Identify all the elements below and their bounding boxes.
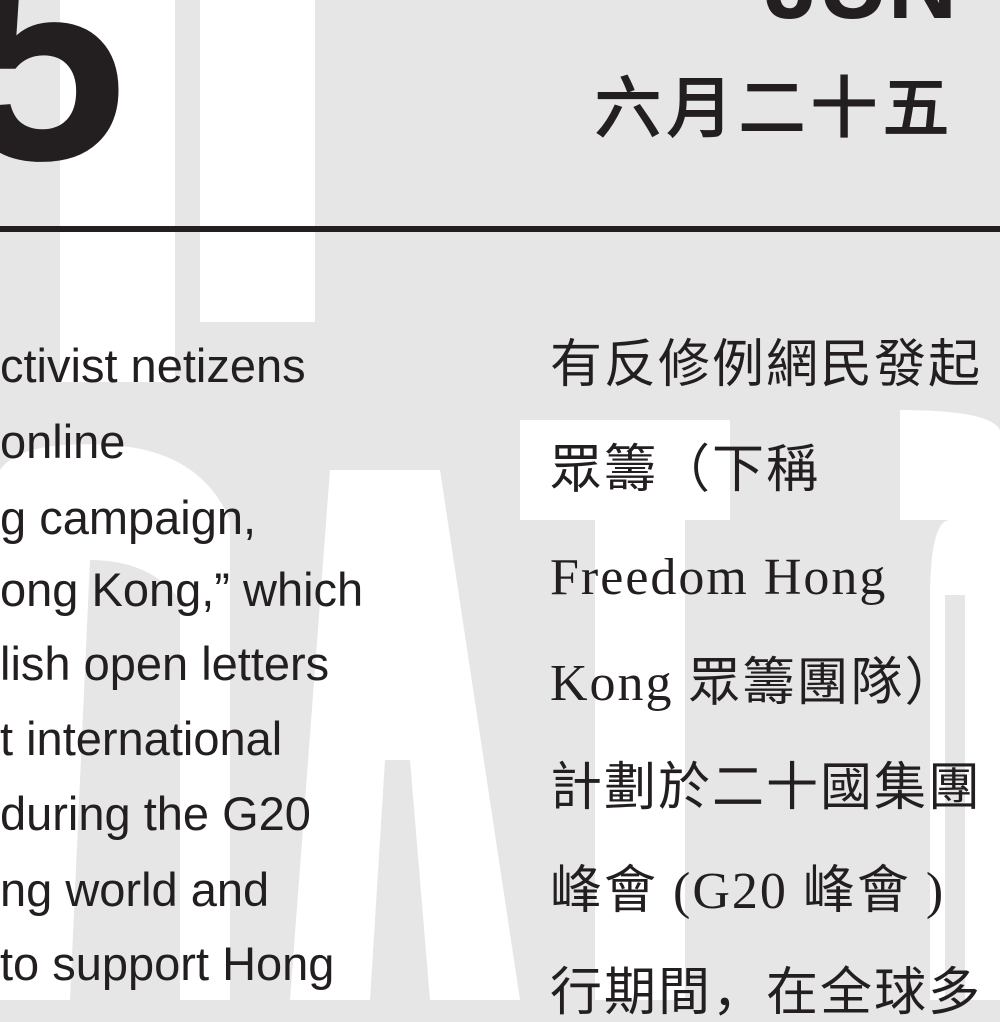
english-line: ctivist netizens bbox=[0, 339, 306, 392]
english-line: ng world and bbox=[0, 863, 270, 916]
chinese-line: Freedom Hong bbox=[550, 549, 888, 606]
chinese-line: Kong 眾籌團隊） bbox=[550, 655, 959, 712]
english-line: online bbox=[0, 415, 126, 468]
divider-rule bbox=[0, 226, 1000, 232]
english-line: lish open letters bbox=[0, 637, 330, 690]
chinese-line: 峰會 (G20 峰會 ) bbox=[550, 863, 946, 920]
month-label: JUN bbox=[765, 0, 957, 34]
english-line: t international bbox=[0, 712, 283, 765]
english-line: during the G20 bbox=[0, 787, 311, 840]
chinese-line: 行期間，在全球多 bbox=[550, 965, 983, 1022]
chinese-line: 眾籌（下稱 bbox=[550, 442, 821, 499]
english-line: ong Kong,” which bbox=[0, 563, 364, 616]
chinese-line: 有反修例網民發起 bbox=[550, 337, 983, 394]
english-line: g campaign, bbox=[0, 491, 257, 544]
english-line: to support Hong bbox=[0, 937, 335, 990]
chinese-date: 六月二十五 bbox=[595, 69, 955, 147]
chinese-line: 計劃於二十國集團 bbox=[550, 760, 983, 817]
day-number: 5 bbox=[0, 0, 127, 223]
